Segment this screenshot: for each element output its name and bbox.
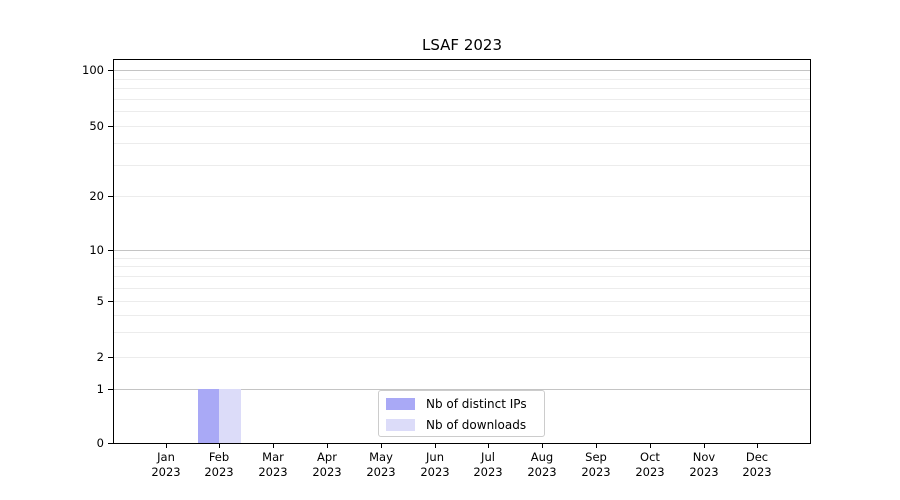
y-axis-tick-label: 5 <box>96 294 104 308</box>
y-axis-tick-label: 0 <box>96 436 104 450</box>
legend-label: Nb of distinct IPs <box>426 397 527 411</box>
x-axis-tick <box>327 444 328 448</box>
y-gridline-minor <box>114 88 810 89</box>
y-gridline-minor <box>114 79 810 80</box>
y-gridline-minor <box>114 266 810 267</box>
y-gridline-minor <box>114 357 810 358</box>
y-gridline-minor <box>114 143 810 144</box>
y-gridline-minor <box>114 111 810 112</box>
y-gridline-minor <box>114 288 810 289</box>
y-gridline-minor <box>114 165 810 166</box>
y-axis-tick <box>108 301 113 302</box>
y-axis-tick-label: 1 <box>96 382 104 396</box>
x-axis-tick <box>596 444 597 448</box>
y-axis-tick <box>108 443 113 444</box>
x-axis-tick <box>381 444 382 448</box>
x-axis-tick <box>435 444 436 448</box>
plot-area <box>113 59 811 444</box>
legend-label: Nb of downloads <box>426 418 527 432</box>
chart-figure: LSAF 2023 0 1 2 5 10 20 50 100 Jan 2023 Feb 2023 M… <box>0 0 900 500</box>
x-axis-tick <box>219 444 220 448</box>
y-gridline-minor <box>114 315 810 316</box>
y-axis-tick-label: 100 <box>82 63 104 77</box>
x-axis-tick <box>273 444 274 448</box>
x-axis-tick-label: Dec 2023 <box>742 450 772 479</box>
y-axis-tick-label: 2 <box>96 350 104 364</box>
x-axis-tick <box>757 444 758 448</box>
bar-nb-of-downloads <box>219 389 241 443</box>
y-gridline-decade <box>114 70 810 71</box>
y-axis-tick <box>108 126 113 127</box>
legend-swatch-distinct-ips <box>386 398 415 410</box>
y-axis-tick <box>108 357 113 358</box>
y-axis-tick <box>108 250 113 251</box>
y-gridline-minor <box>114 332 810 333</box>
x-axis-tick <box>542 444 543 448</box>
x-axis-tick <box>704 444 705 448</box>
y-axis-tick <box>108 389 113 390</box>
y-axis-tick <box>108 70 113 71</box>
y-axis-tick-label: 10 <box>89 243 104 257</box>
y-gridline-minor <box>114 126 810 127</box>
y-axis-tick <box>108 196 113 197</box>
legend-swatch-downloads <box>386 419 415 431</box>
y-gridline-minor <box>114 196 810 197</box>
x-axis-tick <box>650 444 651 448</box>
chart-title: LSAF 2023 <box>422 36 502 54</box>
y-gridline-minor <box>114 276 810 277</box>
x-axis-tick <box>166 444 167 448</box>
legend: Nb of distinct IPs Nb of downloads <box>378 390 545 437</box>
bar-nb-of-distinct-ips <box>197 389 220 443</box>
y-gridline-minor <box>114 258 810 259</box>
y-axis-tick-label: 50 <box>89 119 104 133</box>
y-gridline-decade <box>114 250 810 251</box>
y-axis-tick-label: 20 <box>89 189 104 203</box>
y-gridline-minor <box>114 301 810 302</box>
y-gridline-minor <box>114 99 810 100</box>
x-axis-tick <box>488 444 489 448</box>
